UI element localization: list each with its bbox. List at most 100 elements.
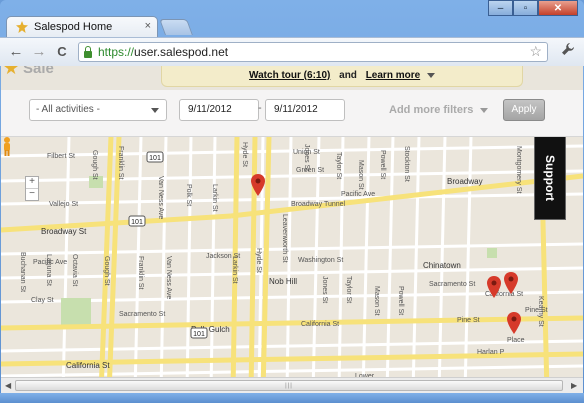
svg-text:California St: California St (301, 321, 339, 328)
svg-text:Franklin St: Franklin St (137, 256, 144, 290)
date-separator: - (258, 102, 262, 114)
svg-text:Filbert St: Filbert St (47, 153, 75, 160)
svg-text:Sacramento St: Sacramento St (119, 311, 165, 318)
svg-text:Larkin St: Larkin St (231, 256, 238, 284)
tab-close-icon[interactable]: × (145, 20, 151, 32)
svg-text:Franklin St: Franklin St (117, 146, 124, 180)
url-text: https://user.salespod.net (98, 45, 229, 59)
activity-select-value: - All activities - (36, 104, 100, 115)
svg-text:101: 101 (149, 155, 161, 162)
banner-and-text: and (339, 70, 357, 81)
street-view-pegman-icon[interactable] (1, 136, 13, 156)
apply-button[interactable]: Apply (503, 99, 545, 121)
svg-text:Gough St: Gough St (91, 150, 98, 180)
svg-text:Leavenworth St: Leavenworth St (281, 214, 288, 263)
svg-text:Clay St: Clay St (31, 297, 54, 304)
scroll-right-arrow-icon[interactable]: ▶ (571, 381, 577, 390)
svg-text:Stockton St: Stockton St (403, 146, 410, 182)
svg-text:Powell St: Powell St (397, 286, 404, 315)
svg-text:101: 101 (193, 331, 205, 338)
svg-text:Jones St: Jones St (321, 276, 328, 303)
svg-text:Larkin St: Larkin St (211, 184, 218, 212)
chevron-down-icon[interactable] (426, 72, 435, 78)
svg-text:California St: California St (66, 361, 110, 370)
back-arrow-icon[interactable]: ← (8, 44, 24, 60)
horizontal-scrollbar[interactable]: ◀ ||| ▶ (1, 377, 583, 394)
logo-star-icon: ★ (3, 66, 20, 78)
svg-text:Vallejo St: Vallejo St (49, 201, 78, 208)
map-canvas: Filbert St Union St Green St Vallejo St … (1, 136, 583, 393)
svg-text:Octavia St: Octavia St (71, 254, 78, 286)
bookmark-star-icon[interactable]: ☆ (529, 43, 542, 60)
svg-text:Hyde St: Hyde St (255, 248, 262, 273)
activity-select[interactable]: - All activities - (29, 99, 167, 121)
chevron-down-icon (480, 107, 489, 113)
browser-toolbar: ← → C https://user.salespod.net ☆ (0, 37, 584, 66)
date-from-input[interactable]: 9/11/2012 (179, 99, 259, 121)
support-tab[interactable]: Support (534, 136, 566, 220)
map-pin-icon[interactable] (507, 312, 521, 334)
map-pin-icon[interactable] (504, 272, 518, 294)
svg-text:Washington St: Washington St (298, 257, 343, 264)
svg-text:Gough St: Gough St (103, 256, 110, 286)
svg-text:Place: Place (507, 337, 525, 344)
svg-text:Nob Hill: Nob Hill (269, 277, 297, 286)
forward-arrow-icon[interactable]: → (31, 44, 47, 60)
page-content: Filbert St Union St Green St Vallejo St … (1, 66, 583, 393)
svg-text:Broadway St: Broadway St (41, 227, 87, 236)
svg-text:Pine St: Pine St (457, 317, 480, 324)
tab-title: Salespod Home (34, 21, 113, 33)
minimize-button[interactable]: – (488, 0, 513, 16)
zoom-out-button[interactable]: − (26, 188, 38, 200)
lock-icon (84, 46, 92, 58)
svg-text:Polk St: Polk St (185, 184, 192, 206)
svg-text:Taylor St: Taylor St (335, 152, 342, 179)
svg-text:Van Ness Ave: Van Ness Ave (165, 256, 172, 299)
svg-text:Broadway Tunnel: Broadway Tunnel (291, 201, 346, 208)
reload-icon[interactable]: C (54, 44, 70, 60)
salespod-favicon-icon (16, 21, 28, 33)
browser-tab[interactable]: Salespod Home × (6, 16, 158, 38)
svg-text:Kearny St: Kearny St (537, 296, 544, 327)
svg-text:Harlan P: Harlan P (477, 349, 505, 356)
chevron-down-icon (151, 108, 159, 113)
scrollbar-grip-icon: ||| (285, 383, 293, 389)
zoom-in-button[interactable]: + (26, 177, 38, 188)
svg-text:Hyde St: Hyde St (241, 142, 248, 167)
learn-more-link[interactable]: Learn more (366, 70, 420, 81)
svg-text:Taylor St: Taylor St (345, 276, 352, 303)
svg-text:101: 101 (131, 219, 143, 226)
filter-bar: - All activities - 9/11/2012 - 9/11/2012… (1, 90, 583, 137)
logo: Sale (23, 66, 54, 77)
close-window-button[interactable]: ✕ (538, 0, 578, 16)
scrollbar-thumb[interactable]: ||| (15, 380, 563, 391)
svg-text:Montgomery St: Montgomery St (515, 146, 522, 194)
scroll-left-arrow-icon[interactable]: ◀ (5, 381, 11, 390)
browser-window: – ▫ ✕ Salespod Home × ← → C https://user… (0, 0, 584, 403)
wrench-icon[interactable] (561, 42, 575, 59)
map-pin-icon[interactable] (487, 276, 501, 298)
watch-tour-link[interactable]: Watch tour (6:10) (249, 70, 330, 81)
maximize-button[interactable]: ▫ (513, 0, 538, 16)
map-pin-icon[interactable] (251, 174, 265, 196)
date-to-input[interactable]: 9/11/2012 (265, 99, 345, 121)
svg-text:Van Ness Ave: Van Ness Ave (157, 176, 164, 219)
address-bar[interactable]: https://user.salespod.net ☆ (78, 42, 548, 62)
map-zoom-control: + − (25, 176, 39, 201)
add-more-filters-label: Add more filters (389, 104, 474, 116)
svg-text:Broadway: Broadway (447, 177, 483, 186)
window-controls: – ▫ ✕ (488, 0, 578, 16)
add-more-filters-dropdown[interactable]: Add more filters (389, 104, 489, 116)
svg-text:Buchanan St: Buchanan St (19, 252, 26, 292)
new-tab-button[interactable] (159, 19, 193, 35)
svg-text:Powell St: Powell St (379, 150, 386, 179)
map-view[interactable]: Filbert St Union St Green St Vallejo St … (1, 136, 583, 393)
svg-text:Jones St: Jones St (303, 144, 310, 171)
svg-text:Laguna St: Laguna St (45, 254, 52, 286)
svg-text:Chinatown: Chinatown (423, 261, 461, 270)
tour-banner: Watch tour (6:10) and Learn more (161, 66, 523, 87)
svg-text:Sacramento St: Sacramento St (429, 281, 475, 288)
svg-text:Mason St: Mason St (357, 160, 364, 190)
window-frame-bottom (0, 393, 584, 403)
svg-text:Pacific Ave: Pacific Ave (341, 191, 375, 198)
